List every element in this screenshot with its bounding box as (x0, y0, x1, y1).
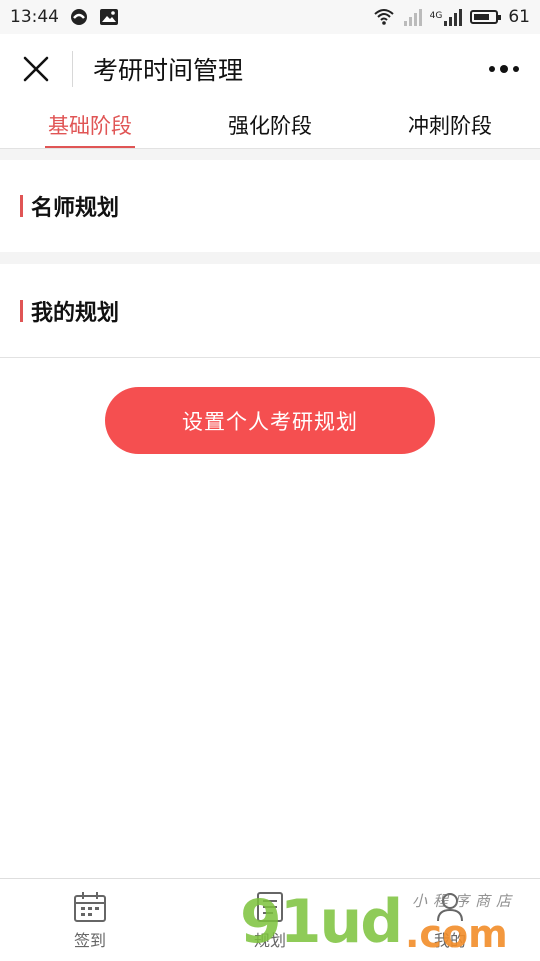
bottom-nav-checkin[interactable]: 签到 (0, 879, 180, 961)
bottom-nav-label: 规划 (253, 931, 286, 950)
section-accent-bar (20, 299, 23, 322)
navigation-bar: 考研时间管理 (0, 34, 540, 104)
nav-divider (72, 51, 73, 87)
my-plan-section[interactable]: 我的规划 (0, 264, 540, 357)
more-options-button[interactable] (484, 56, 524, 82)
page-title: 考研时间管理 (93, 56, 244, 85)
network-type-label: 4G (429, 11, 443, 21)
bottom-nav-mine[interactable]: 我的 (360, 879, 540, 961)
teacher-plan-title: 名师规划 (31, 196, 120, 221)
calendar-icon (74, 892, 106, 922)
stage-tabs: 基础阶段 强化阶段 冲刺阶段 (0, 104, 540, 149)
close-icon (23, 56, 49, 82)
status-bar: 13:44 4G 61 (0, 0, 540, 34)
active-tab-underline (45, 146, 135, 148)
signal-bars-sim1-icon (403, 8, 422, 26)
bottom-nav-label: 我的 (433, 931, 466, 950)
image-notification-icon (100, 9, 118, 25)
more-dot-icon (513, 66, 519, 72)
tab-basic-stage[interactable]: 基础阶段 (0, 104, 180, 148)
section-gap (0, 149, 540, 160)
notification-icon (71, 9, 87, 25)
section-divider (0, 357, 540, 358)
battery-icon (470, 10, 502, 24)
bottom-nav-label: 签到 (73, 931, 106, 950)
teacher-plan-section[interactable]: 名师规划 (0, 160, 540, 252)
battery-level: 61 (508, 7, 530, 27)
set-personal-plan-button[interactable]: 设置个人考研规划 (105, 387, 435, 454)
tab-sprint-stage[interactable]: 冲刺阶段 (360, 104, 540, 148)
close-button[interactable] (0, 34, 72, 104)
my-plan-title: 我的规划 (31, 300, 120, 326)
status-time: 13:44 (10, 7, 59, 27)
user-icon (437, 893, 463, 922)
signal-bars-sim2-icon (444, 8, 463, 26)
more-dot-icon (489, 66, 495, 72)
status-right: 4G 61 (372, 7, 530, 27)
section-gap (0, 252, 540, 264)
bottom-nav-plan[interactable]: 规划 (180, 879, 360, 961)
section-accent-bar (20, 195, 23, 217)
list-icon (257, 892, 283, 922)
status-left: 13:44 (10, 7, 119, 27)
more-dot-icon (500, 65, 508, 73)
tab-intensive-stage[interactable]: 强化阶段 (180, 104, 360, 148)
wifi-icon (373, 9, 394, 25)
bottom-navigation: 签到 规划 我的 (0, 878, 540, 961)
